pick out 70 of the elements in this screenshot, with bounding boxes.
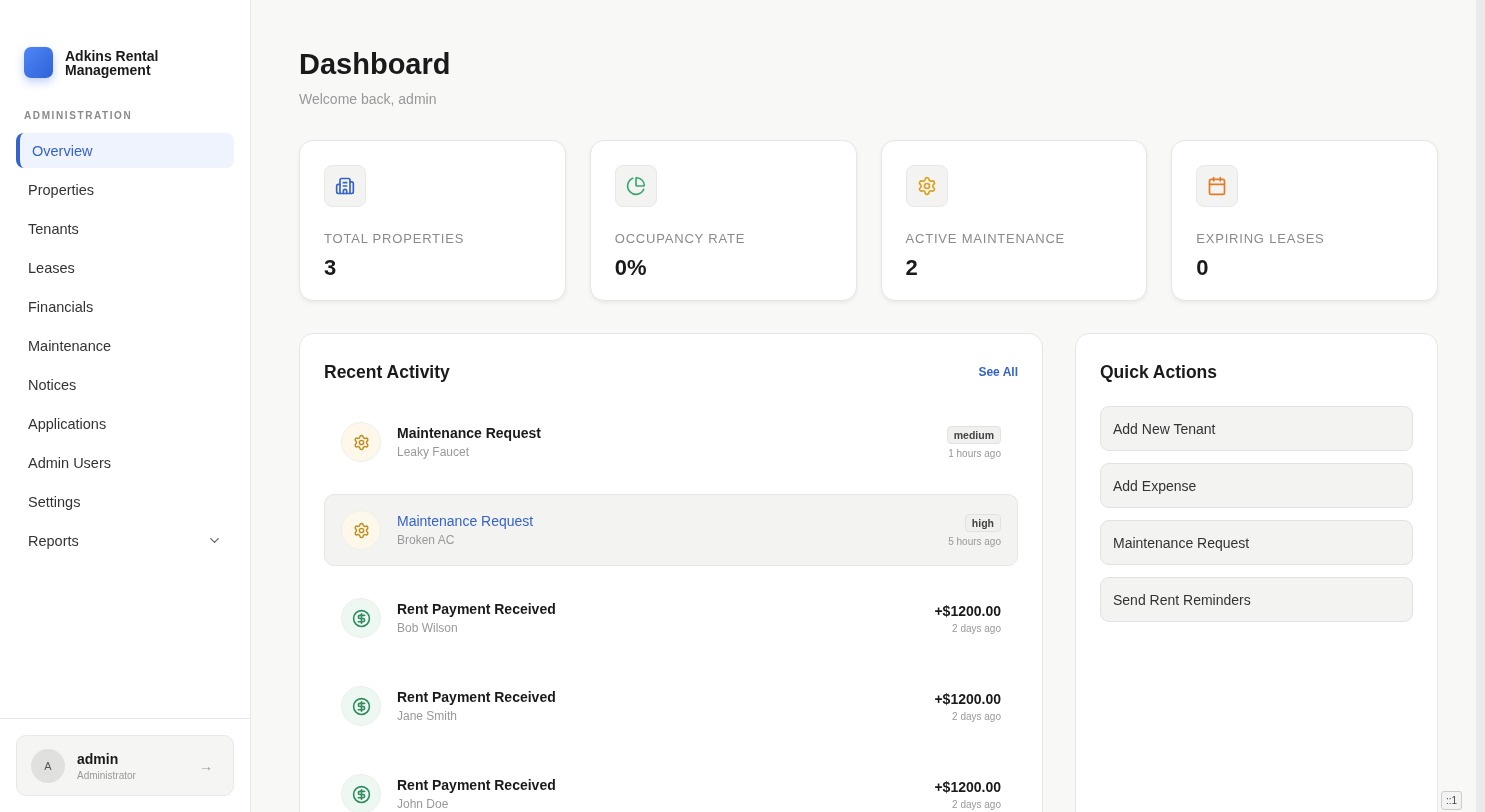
activity-subtitle: Bob Wilson — [397, 621, 459, 635]
nav-item[interactable]: Financials — [16, 289, 234, 324]
activity-subtitle: Broken AC — [397, 533, 456, 547]
quick-action-button[interactable]: Send Rent Reminders — [1100, 577, 1413, 622]
nav-item[interactable]: Reports — [16, 523, 234, 558]
brand-name: Adkins Rental Management — [65, 48, 160, 77]
corner-badge: ::1 — [1440, 791, 1462, 810]
nav-item[interactable]: Applications — [16, 406, 234, 441]
logo-icon — [24, 47, 53, 78]
gear-icon — [916, 176, 937, 196]
payment-amount: +$1200.00 — [934, 690, 1001, 707]
activity-subtitle: Jane Smith — [397, 709, 459, 723]
nav-item[interactable]: Overview — [16, 133, 234, 168]
activity-title: Maintenance Request — [397, 425, 541, 441]
panel-title: Quick Actions — [1100, 361, 1217, 383]
dollar-icon — [351, 608, 371, 628]
page-title: Dashboard — [299, 48, 452, 81]
activity-row[interactable]: Rent Payment Received Jane Smith +$1200.00 2 days ago — [324, 670, 1018, 742]
activity-row[interactable]: Maintenance Request Broken AC high 5 hours ago — [324, 494, 1018, 566]
stat-label: TOTAL PROPERTIES — [324, 231, 466, 246]
nav-item[interactable]: Notices — [16, 367, 234, 402]
stat-value: 3 — [324, 255, 338, 281]
gear-icon — [352, 433, 370, 451]
payment-amount: +$1200.00 — [934, 602, 1001, 619]
activity-title: Rent Payment Received — [397, 689, 556, 705]
stat-value: 0% — [614, 255, 648, 281]
activity-row[interactable]: Rent Payment Received Bob Wilson +$1200.00 2 days ago — [324, 582, 1018, 654]
payment-amount: +$1200.00 — [934, 778, 1001, 795]
quick-action-button[interactable]: Maintenance Request — [1100, 520, 1413, 565]
nav-item[interactable]: Settings — [16, 484, 234, 519]
stat-value: 0 — [1196, 255, 1210, 281]
quick-action-button[interactable]: Add New Tenant — [1100, 406, 1413, 451]
stat-label: EXPIRING LEASES — [1196, 231, 1326, 246]
pie-chart-icon — [625, 176, 646, 196]
activity-time: 2 days ago — [952, 710, 1001, 722]
activity-time: 1 hours ago — [948, 447, 1001, 459]
user-role: Administrator — [77, 769, 136, 781]
stat-value: 2 — [905, 255, 919, 281]
stat-label: OCCUPANCY RATE — [614, 231, 747, 246]
see-all-link[interactable]: See All — [978, 365, 1018, 379]
activity-subtitle: Leaky Faucet — [397, 445, 471, 459]
activity-title: Rent Payment Received — [397, 601, 556, 617]
nav-item[interactable]: Properties — [16, 172, 234, 207]
panel-title: Recent Activity — [324, 361, 450, 383]
quick-action-button[interactable]: Add Expense — [1100, 463, 1413, 508]
activity-row[interactable]: Rent Payment Received John Doe +$1200.00 2 days ago — [324, 758, 1018, 812]
activity-subtitle: John Doe — [397, 797, 450, 811]
building-icon — [335, 176, 355, 196]
activity-title: Rent Payment Received — [397, 777, 556, 793]
activity-time: 2 days ago — [952, 622, 1001, 634]
activity-time: 2 days ago — [952, 798, 1001, 810]
priority-badge: medium — [946, 425, 1001, 444]
priority-badge: high — [964, 513, 1001, 532]
nav-item[interactable]: Leases — [16, 250, 234, 285]
activity-time: 5 hours ago — [948, 535, 1001, 547]
activity-title: Maintenance Request — [397, 513, 534, 529]
activity-row[interactable]: Maintenance Request Leaky Faucet medium 1 hours ago — [324, 406, 1018, 478]
page-subtitle: Welcome back, admin — [299, 91, 438, 107]
stat-label: ACTIVE MAINTENANCE — [905, 231, 1067, 246]
user-name: admin — [77, 750, 120, 767]
calendar-icon — [1207, 176, 1228, 196]
nav-item[interactable]: Tenants — [16, 211, 234, 246]
avatar: A — [31, 748, 65, 783]
gear-icon — [352, 521, 370, 539]
nav-item[interactable]: Admin Users — [16, 445, 234, 480]
user-card[interactable]: A admin Administrator → — [16, 735, 234, 796]
dollar-icon — [351, 696, 371, 716]
dollar-icon — [351, 784, 371, 804]
section-label: ADMINISTRATION — [23, 109, 134, 123]
nav-item[interactable]: Maintenance — [16, 328, 234, 363]
